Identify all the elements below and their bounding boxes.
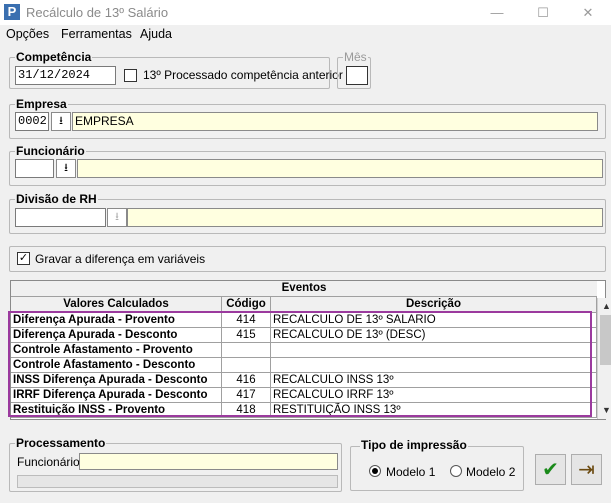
row-codigo-cell[interactable]: 415 [222,328,271,343]
row-codigo-cell[interactable] [222,358,271,373]
gravar-checkbox[interactable]: ✓ [17,252,30,265]
menu-ferramentas[interactable]: Ferramentas [61,27,132,41]
radio-selected-dot [372,468,378,474]
scroll-down-icon[interactable]: ▼ [598,402,611,418]
eventos-grid: Eventos Valores Calculados Código Descri… [10,280,611,420]
row-valor-cell[interactable]: IRRF Diferença Apurada - Desconto [11,388,222,403]
row-descricao-cell[interactable]: RESTITUIÇÃO INSS 13º [271,403,597,418]
exit-door-icon: ⇥ [578,459,595,481]
vertical-scrollbar[interactable]: ▲ ▼ [597,298,611,419]
row-codigo-cell[interactable]: 416 [222,373,271,388]
impressao-label: Tipo de impressão [360,438,468,452]
divisao-name-field [127,208,603,227]
row-descricao-cell[interactable]: RECALCULO DE 13º SALARIO [271,313,597,328]
maximize-button[interactable]: ☐ [520,0,566,25]
processado-label: 13º Processado competência anterior [143,68,343,82]
proc-funcionario-field [79,453,338,470]
row-descricao-cell[interactable] [271,358,597,373]
col-descricao[interactable]: Descrição [271,297,597,313]
row-descricao-cell[interactable]: RECALCULO IRRF 13º [271,388,597,403]
menu-opcoes[interactable]: Opções [6,27,49,41]
row-valor-cell[interactable]: INSS Diferença Apurada - Desconto [11,373,222,388]
radio-modelo-2[interactable] [450,465,462,477]
competencia-label: Competência [15,50,93,64]
exit-button[interactable]: ⇥ [571,454,602,485]
window-title: Recálculo de 13º Salário [26,5,169,20]
radio-modelo-1[interactable] [369,465,381,477]
empresa-code-input[interactable]: 0002 [15,112,49,131]
gravar-label: Gravar a diferença em variáveis [35,252,206,266]
row-valor-cell[interactable]: Diferença Apurada - Provento [11,313,222,328]
menu-bar: Opções Ferramentas Ajuda [0,25,611,45]
row-descricao-cell[interactable]: RECALCULO INSS 13º [271,373,597,388]
row-descricao-cell[interactable] [271,343,597,358]
app-icon: P [4,4,20,20]
row-codigo-cell[interactable]: 414 [222,313,271,328]
checkmark-icon: ✔ [542,459,559,481]
divisao-label: Divisão de RH [15,192,98,206]
empresa-name-field: EMPRESA [72,112,598,131]
divisao-lookup-button[interactable]: ⭳ [107,208,127,227]
funcionario-code-input[interactable] [15,159,54,178]
progress-bar [17,475,338,488]
scroll-up-icon[interactable]: ▲ [598,298,611,314]
proc-funcionario-label: Funcionário: [17,455,84,469]
funcionario-lookup-button[interactable]: ⭳ [56,159,76,178]
download-arrow-icon: ⭳ [59,115,63,127]
row-codigo-cell[interactable]: 417 [222,388,271,403]
col-codigo[interactable]: Código [222,297,271,313]
funcionario-name-field [77,159,603,178]
row-codigo-cell[interactable] [222,343,271,358]
scroll-thumb[interactable] [600,315,611,365]
competencia-input[interactable]: 31/12/2024 [15,66,116,85]
row-valor-cell[interactable]: Controle Afastamento - Desconto [11,358,222,373]
row-codigo-cell[interactable]: 418 [222,403,271,418]
confirm-button[interactable]: ✔ [535,454,566,485]
minimize-button[interactable]: — [474,0,520,25]
title-bar: P Recálculo de 13º Salário — ☐ ✕ [0,0,611,25]
processamento-label: Processamento [15,436,107,450]
eventos-title: Eventos [11,281,597,297]
processado-checkbox[interactable] [124,69,137,82]
mes-input[interactable] [346,66,368,85]
row-valor-cell[interactable]: Diferença Apurada - Desconto [11,328,222,343]
download-arrow-icon: ⭳ [115,211,119,223]
mes-label: Mês [343,50,368,64]
modelo-1-label: Modelo 1 [386,465,436,479]
row-valor-cell[interactable]: Controle Afastamento - Provento [11,343,222,358]
empresa-lookup-button[interactable]: ⭳ [51,112,71,131]
divisao-code-input[interactable] [15,208,106,227]
download-arrow-icon: ⭳ [64,162,68,174]
row-descricao-cell[interactable]: RECALCULO DE 13º (DESC) [271,328,597,343]
close-button[interactable]: ✕ [565,0,611,25]
menu-ajuda[interactable]: Ajuda [140,27,172,41]
row-valor-cell[interactable]: Restituição INSS - Provento [11,403,222,418]
empresa-label: Empresa [15,97,68,111]
col-valores-calculados[interactable]: Valores Calculados [11,297,222,313]
funcionario-label: Funcionário [15,144,86,158]
modelo-2-label: Modelo 2 [466,465,516,479]
